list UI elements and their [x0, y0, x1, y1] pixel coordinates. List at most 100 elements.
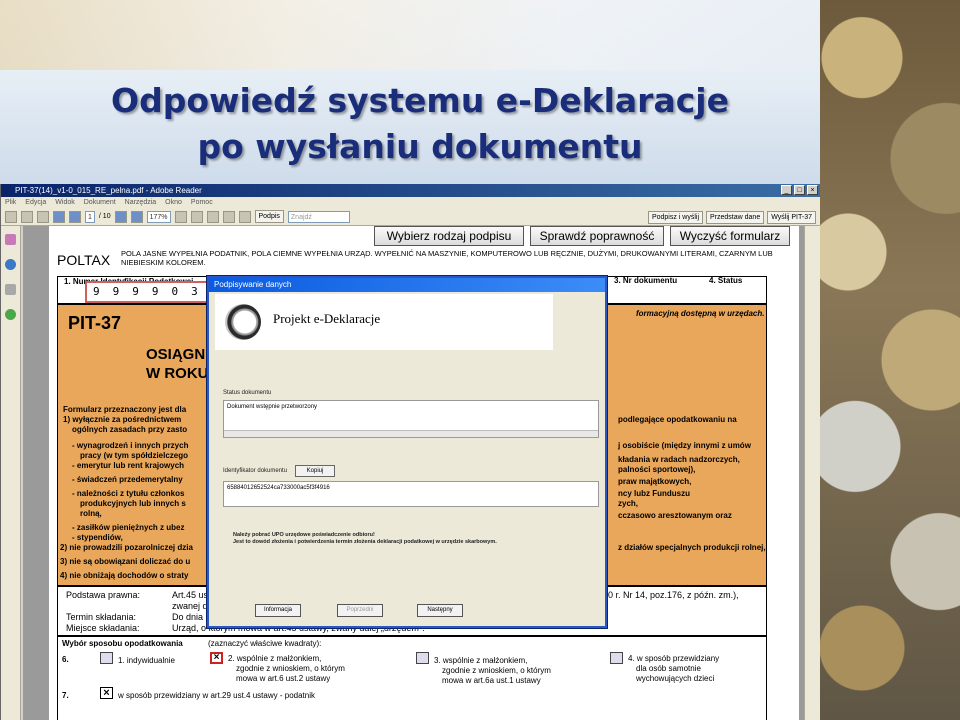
- option-individual-label: 1. indywidualnie: [118, 656, 175, 665]
- taxation-method-title: Wybór sposobu opodatkowania: [62, 639, 183, 648]
- status-doc-label: Status dokumentu: [223, 390, 272, 396]
- orange-line: ogólnych zasadach przy zasto: [72, 425, 188, 434]
- poltax-label: POLTAX: [57, 252, 111, 268]
- info-icon[interactable]: [5, 259, 16, 270]
- legal-basis-tail: 000 r. Nr 14, poz.176, z późn. zm.),: [598, 590, 739, 600]
- option-joint-6a-line2: zgodnie z wnioskiem, o którym: [442, 666, 551, 675]
- zoom-select[interactable]: 177%: [146, 210, 171, 223]
- orange-line: - wynagrodzeń i innych przych: [72, 441, 189, 450]
- form-title: OSIĄGN W ROKU: [146, 345, 209, 383]
- orange-line: - należności z tytułu członkos: [72, 489, 185, 498]
- navigation-panel: [1, 226, 21, 720]
- zoom-in-icon[interactable]: [130, 210, 143, 223]
- status-scrollbar[interactable]: [224, 430, 598, 437]
- menu-pomoc[interactable]: Pomoc: [191, 197, 213, 208]
- validate-button[interactable]: Sprawdź poprawność: [530, 226, 664, 246]
- option-individual-checkbox[interactable]: [100, 652, 113, 664]
- status-doc-box[interactable]: Dokument wstępnie przetworzony: [223, 400, 599, 438]
- menu-bar: Plik Edycja Widok Dokument Narzędzia Okn…: [1, 197, 820, 208]
- option-single-parent-line1: 4. w sposób przewidziany: [628, 654, 720, 663]
- single-page-icon[interactable]: [206, 210, 219, 223]
- dialog-banner: Projekt e-Deklaracje: [215, 294, 553, 350]
- choose-signature-button[interactable]: Wybierz rodzaj podpisu: [374, 226, 524, 246]
- prev-page-icon[interactable]: [53, 210, 65, 223]
- previous-button[interactable]: Poprzedni: [337, 604, 383, 617]
- form-title-line2: W ROKU: [146, 365, 209, 382]
- menu-okno[interactable]: Okno: [165, 197, 182, 208]
- menu-dokument[interactable]: Dokument: [84, 197, 116, 208]
- menu-narzedzia[interactable]: Narzędzia: [125, 197, 157, 208]
- orange-line-right: kładania w radach nadzorczych,: [618, 455, 740, 464]
- orange-line: produkcyjnych lub innych s: [80, 499, 186, 508]
- taxation-method-hint: (zaznaczyć właściwe kwadraty):: [208, 639, 322, 648]
- orange-line-right: ncy lubz Funduszu: [618, 489, 690, 498]
- option-joint-line2: zgodnie z wnioskiem, o którym: [236, 664, 345, 673]
- fit-width-icon[interactable]: [190, 210, 203, 223]
- option-single-parent-checkbox[interactable]: [610, 652, 623, 664]
- minimize-button[interactable]: _: [781, 185, 792, 195]
- present-data-button[interactable]: Przedstaw dane: [706, 211, 765, 224]
- clear-form-button[interactable]: Wyczyść formularz: [670, 226, 790, 246]
- info-button[interactable]: Informacja: [255, 604, 301, 617]
- sign-menu[interactable]: Podpis: [254, 210, 284, 223]
- copy-button[interactable]: Kopiuj: [295, 465, 335, 477]
- option-joint-line3: mowa w art.6 ust.2 ustawy: [236, 674, 331, 683]
- option-joint-checkbox[interactable]: ×: [210, 652, 223, 664]
- next-page-icon[interactable]: [69, 210, 81, 223]
- orange-line: Formularz przeznaczony jest dla: [63, 405, 187, 414]
- print-icon[interactable]: [37, 210, 49, 223]
- upo-message-line1: Należy pobrać UPO urzędowe poświadczenie…: [233, 532, 375, 538]
- status-doc-value: Dokument wstępnie przetworzony: [227, 404, 318, 410]
- close-button[interactable]: ×: [807, 185, 818, 195]
- pit-37-title: PIT-37: [68, 313, 122, 333]
- help-icon[interactable]: [5, 309, 16, 320]
- sign-send-button[interactable]: Podpisz i wyślij: [647, 211, 704, 224]
- orange-line: 1) wyłącznie za pośrednictwem: [63, 415, 182, 424]
- window-titlebar: PIT-37(14)_v1-0_015_RE_pelna.pdf - Adobe…: [1, 184, 820, 197]
- dialog-title: Podpisywanie danych: [209, 278, 605, 292]
- row-7-label: 7.: [62, 691, 69, 700]
- open-icon[interactable]: [5, 210, 17, 223]
- slide-title-line1: Odpowiedź systemu e-Deklaracje: [111, 81, 729, 120]
- orange-line-right: j osobiście (między innymi z umów: [618, 441, 751, 450]
- menu-widok[interactable]: Widok: [55, 197, 74, 208]
- next-button[interactable]: Następny: [417, 604, 463, 617]
- option-single-parent-line2: dla osób samotnie: [636, 664, 701, 673]
- row-6-label: 6.: [62, 655, 69, 664]
- attachments-icon[interactable]: [5, 284, 16, 295]
- fit-page-icon[interactable]: [174, 210, 187, 223]
- continuous-icon[interactable]: [222, 210, 235, 223]
- comment-icon[interactable]: [238, 210, 251, 223]
- legal-basis-label: Podstawa prawna:: [66, 590, 141, 600]
- option-29-checkbox[interactable]: ×: [100, 687, 113, 699]
- nip-field[interactable]: 999903: [85, 281, 225, 303]
- taxation-method-section: Wybór sposobu opodatkowania (zaznaczyć w…: [57, 636, 767, 720]
- option-joint-6a-checkbox[interactable]: [416, 652, 429, 664]
- option-joint-label: 2. wspólnie z małżonkiem, zgodnie z wnio…: [228, 654, 345, 684]
- option-joint-line1: 2. wspólnie z małżonkiem,: [228, 654, 322, 663]
- slide-band: [0, 0, 960, 70]
- orange-line: - emerytur lub rent krajowych: [72, 461, 185, 470]
- menu-plik[interactable]: Plik: [5, 197, 16, 208]
- window-title: PIT-37(14)_v1-0_015_RE_pelna.pdf - Adobe…: [15, 186, 202, 195]
- orange-line-right: podlegające opodatkowaniu na: [618, 415, 737, 424]
- deadline-value: Do dnia: [172, 612, 204, 622]
- status-label: 4. Status: [709, 276, 743, 285]
- orange-line: - świadczeń przedemerytalny: [72, 475, 183, 484]
- option-joint-6a-line1: 3. wspólnie z małżonkiem,: [434, 656, 528, 665]
- page-input[interactable]: 1: [85, 210, 95, 223]
- orange-line-right: palności sportowej),: [618, 465, 696, 474]
- menu-edycja[interactable]: Edycja: [25, 197, 46, 208]
- doc-id-label: Identyfikator dokumentu: [223, 468, 288, 474]
- send-pit-button[interactable]: Wyślij PIT-37: [767, 211, 816, 224]
- vertical-scrollbar[interactable]: [804, 226, 820, 720]
- orange-line: pracy (w tym spółdzielczego: [80, 451, 189, 460]
- search-input[interactable]: Znajdź: [287, 210, 350, 223]
- maximize-button[interactable]: □: [794, 185, 805, 195]
- zoom-out-icon[interactable]: [114, 210, 127, 223]
- legal-basis-value2: zwanej d: [172, 601, 208, 611]
- save-icon[interactable]: [21, 210, 33, 223]
- doc-id-box[interactable]: 65884012652524ca733000ac5f3f4916: [223, 481, 599, 507]
- orange-line-right: z działów specjalnych produkcji rolnej,: [618, 543, 766, 552]
- pages-icon[interactable]: [5, 234, 16, 245]
